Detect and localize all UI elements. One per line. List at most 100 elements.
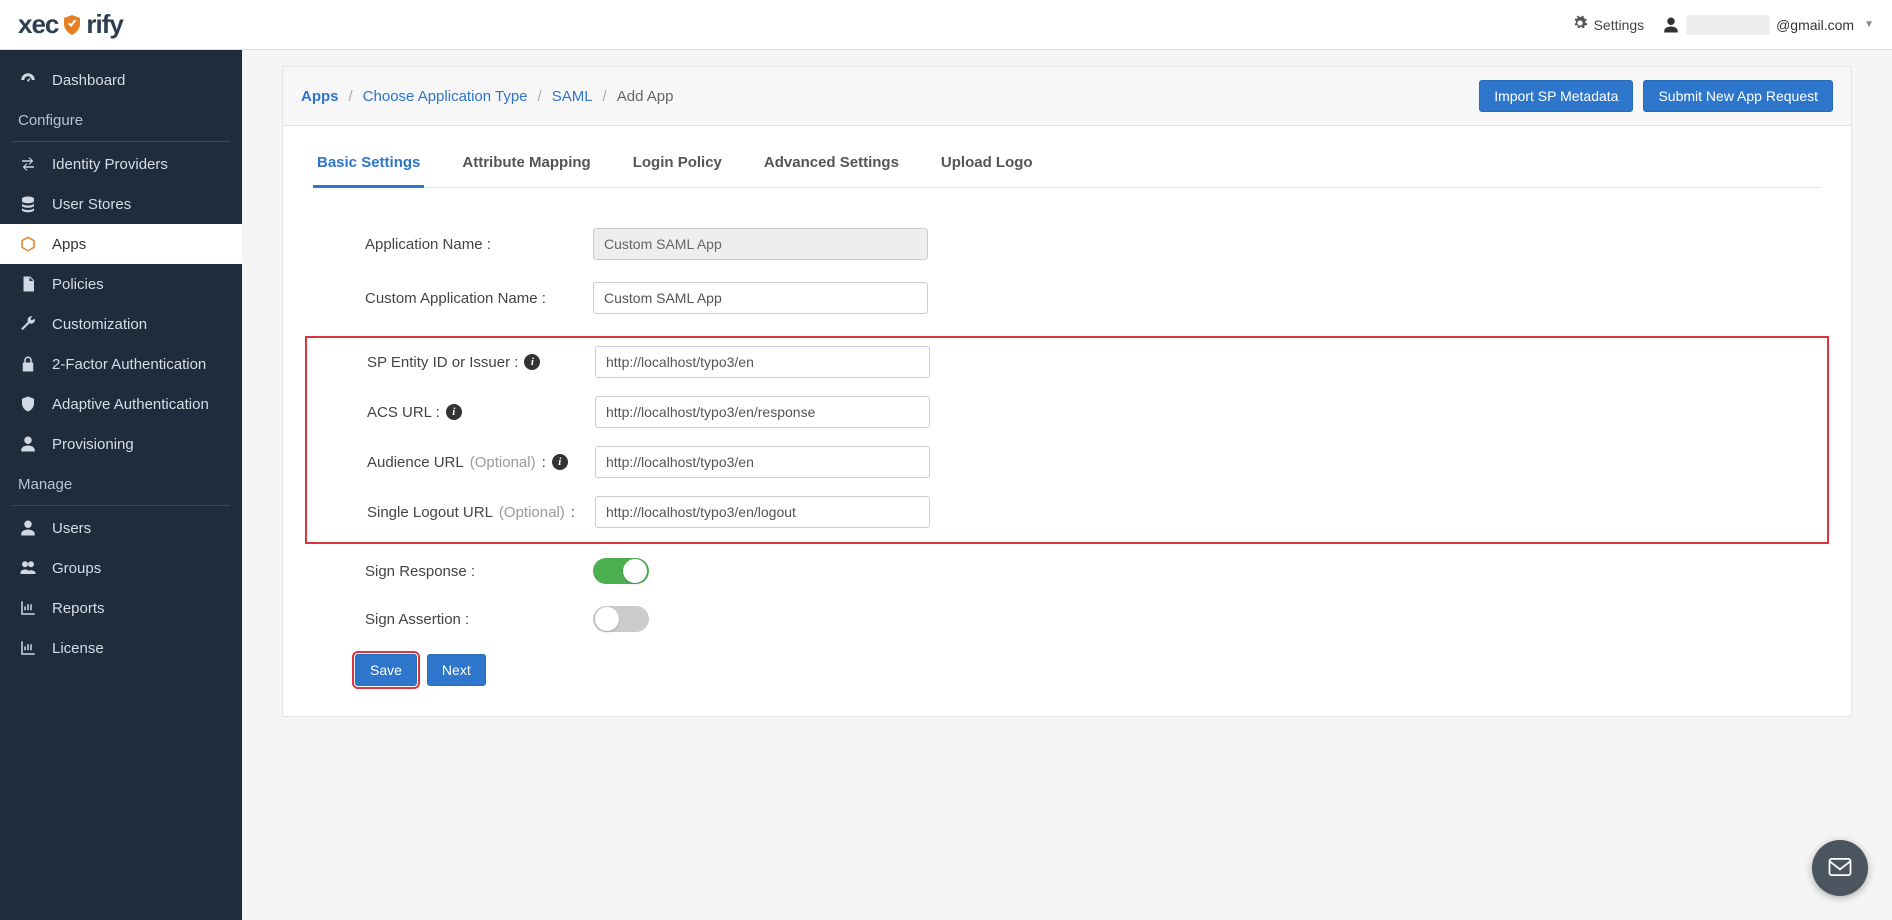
toggle-knob bbox=[623, 559, 647, 583]
sidebar-section-manage: Manage bbox=[0, 464, 242, 503]
lock-icon bbox=[18, 355, 38, 373]
import-sp-metadata-button[interactable]: Import SP Metadata bbox=[1479, 80, 1633, 112]
label-sign-response: Sign Response : bbox=[313, 563, 593, 580]
label-sp-entity-id: SP Entity ID or Issuer : i bbox=[315, 354, 595, 371]
sidebar-item-label: Customization bbox=[52, 316, 147, 333]
input-acs-url[interactable] bbox=[595, 396, 930, 428]
label-application-name: Application Name : bbox=[313, 236, 593, 253]
topbar-right: Settings @gmail.com ▼ bbox=[1572, 15, 1874, 35]
sidebar-item-provisioning[interactable]: Provisioning bbox=[0, 424, 242, 464]
sidebar-item-license[interactable]: License bbox=[0, 628, 242, 668]
user-email-suffix: @gmail.com bbox=[1776, 17, 1854, 33]
sidebar-item-reports[interactable]: Reports bbox=[0, 588, 242, 628]
sidebar-item-label: Policies bbox=[52, 276, 104, 293]
toggle-sign-assertion[interactable] bbox=[593, 606, 649, 632]
sidebar-item-label: Reports bbox=[52, 600, 105, 617]
breadcrumb-sep: / bbox=[603, 88, 607, 105]
breadcrumb-saml[interactable]: SAML bbox=[552, 88, 593, 105]
label-custom-app-name: Custom Application Name : bbox=[313, 290, 593, 307]
tab-basic-settings[interactable]: Basic Settings bbox=[313, 144, 424, 188]
user-icon bbox=[1662, 16, 1680, 34]
sidebar-item-user-stores[interactable]: User Stores bbox=[0, 184, 242, 224]
breadcrumb-apps[interactable]: Apps bbox=[301, 88, 339, 105]
label-slo-url: Single Logout URL (Optional) : bbox=[315, 504, 595, 521]
sidebar-item-label: Adaptive Authentication bbox=[52, 396, 209, 413]
settings-label: Settings bbox=[1594, 17, 1645, 33]
panel-body: Basic Settings Attribute Mapping Login P… bbox=[283, 126, 1851, 716]
chat-fab[interactable] bbox=[1812, 840, 1868, 896]
highlighted-fields: SP Entity ID or Issuer : i ACS URL : i bbox=[305, 336, 1829, 544]
mail-icon bbox=[1826, 853, 1854, 884]
logo-suffix: rify bbox=[86, 9, 122, 40]
info-icon[interactable]: i bbox=[552, 454, 568, 470]
input-application-name bbox=[593, 228, 928, 260]
breadcrumb: Apps / Choose Application Type / SAML / … bbox=[301, 88, 673, 105]
label-audience-url: Audience URL (Optional) : i bbox=[315, 454, 595, 471]
users-icon bbox=[18, 559, 38, 577]
breadcrumb-current: Add App bbox=[617, 88, 674, 105]
file-icon bbox=[18, 275, 38, 293]
sidebar-item-label: 2-Factor Authentication bbox=[52, 356, 206, 373]
sidebar-item-label: User Stores bbox=[52, 196, 131, 213]
label-sign-assertion: Sign Assertion : bbox=[313, 611, 593, 628]
chart-icon bbox=[18, 599, 38, 617]
tab-upload-logo[interactable]: Upload Logo bbox=[937, 144, 1037, 188]
sidebar-item-adaptive-auth[interactable]: Adaptive Authentication bbox=[0, 384, 242, 424]
settings-link[interactable]: Settings bbox=[1572, 15, 1645, 34]
header-actions: Import SP Metadata Submit New App Reques… bbox=[1479, 80, 1833, 112]
sidebar: Dashboard Configure Identity Providers U… bbox=[0, 50, 242, 920]
save-button[interactable]: Save bbox=[355, 654, 417, 686]
sidebar-item-apps[interactable]: Apps bbox=[0, 224, 242, 264]
chart-icon bbox=[18, 639, 38, 657]
input-custom-app-name[interactable] bbox=[593, 282, 928, 314]
next-button[interactable]: Next bbox=[427, 654, 486, 686]
wrench-icon bbox=[18, 315, 38, 333]
toggle-knob bbox=[595, 607, 619, 631]
sidebar-section-configure: Configure bbox=[0, 100, 242, 139]
submit-new-app-request-button[interactable]: Submit New App Request bbox=[1643, 80, 1833, 112]
topbar: xec rify Settings @gmail.com ▼ bbox=[0, 0, 1892, 50]
sidebar-divider bbox=[12, 141, 230, 142]
user-email-hidden bbox=[1686, 15, 1770, 35]
logo-prefix: xec bbox=[18, 9, 58, 40]
database-icon bbox=[18, 195, 38, 213]
tab-attribute-mapping[interactable]: Attribute Mapping bbox=[458, 144, 594, 188]
sidebar-item-customization[interactable]: Customization bbox=[0, 304, 242, 344]
sidebar-item-label: Groups bbox=[52, 560, 101, 577]
sidebar-item-label: Identity Providers bbox=[52, 156, 168, 173]
sidebar-item-2fa[interactable]: 2-Factor Authentication bbox=[0, 344, 242, 384]
breadcrumb-sep: / bbox=[349, 88, 353, 105]
logo[interactable]: xec rify bbox=[18, 9, 123, 40]
gear-icon bbox=[1572, 15, 1588, 34]
row-slo-url: Single Logout URL (Optional) : bbox=[307, 496, 1827, 528]
toggle-sign-response[interactable] bbox=[593, 558, 649, 584]
sidebar-item-label: Apps bbox=[52, 236, 86, 253]
input-sp-entity-id[interactable] bbox=[595, 346, 930, 378]
footer-actions: Save Next bbox=[355, 654, 1821, 686]
sidebar-divider bbox=[12, 505, 230, 506]
info-icon[interactable]: i bbox=[446, 404, 462, 420]
sidebar-item-label: License bbox=[52, 640, 104, 657]
logo-shield-icon bbox=[60, 13, 84, 37]
row-audience-url: Audience URL (Optional) : i bbox=[307, 446, 1827, 478]
sidebar-item-groups[interactable]: Groups bbox=[0, 548, 242, 588]
user-menu[interactable]: @gmail.com ▼ bbox=[1662, 15, 1874, 35]
sidebar-item-policies[interactable]: Policies bbox=[0, 264, 242, 304]
tab-advanced-settings[interactable]: Advanced Settings bbox=[760, 144, 903, 188]
input-slo-url[interactable] bbox=[595, 496, 930, 528]
sidebar-item-users[interactable]: Users bbox=[0, 508, 242, 548]
dashboard-icon bbox=[18, 71, 38, 89]
row-application-name: Application Name : bbox=[313, 228, 1821, 260]
sidebar-item-dashboard[interactable]: Dashboard bbox=[0, 60, 242, 100]
row-sign-assertion: Sign Assertion : bbox=[313, 606, 1821, 632]
panel-header: Apps / Choose Application Type / SAML / … bbox=[283, 67, 1851, 126]
breadcrumb-choose-type[interactable]: Choose Application Type bbox=[363, 88, 528, 105]
sidebar-item-identity-providers[interactable]: Identity Providers bbox=[0, 144, 242, 184]
info-icon[interactable]: i bbox=[524, 354, 540, 370]
sidebar-item-label: Provisioning bbox=[52, 436, 134, 453]
input-audience-url[interactable] bbox=[595, 446, 930, 478]
main-content: Apps / Choose Application Type / SAML / … bbox=[242, 50, 1892, 920]
row-acs-url: ACS URL : i bbox=[307, 396, 1827, 428]
tab-login-policy[interactable]: Login Policy bbox=[629, 144, 726, 188]
tabs: Basic Settings Attribute Mapping Login P… bbox=[313, 144, 1821, 188]
